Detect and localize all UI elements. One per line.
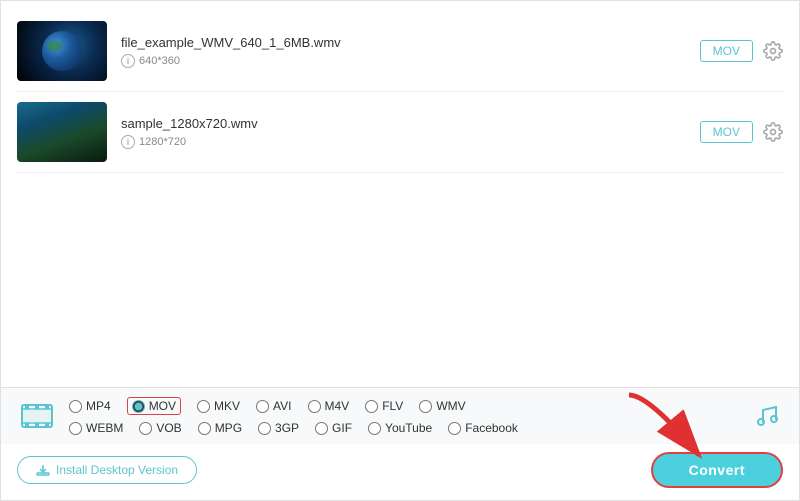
format-bar: MP4 MOV MKV AVI [1, 387, 799, 444]
format-mkv[interactable]: MKV [197, 399, 240, 413]
film-icon [17, 396, 57, 436]
info-icon-1: i [121, 54, 135, 68]
file-list: file_example_WMV_640_1_6MB.wmv i 640*360… [1, 1, 799, 387]
file-resolution-2: 1280*720 [139, 136, 186, 148]
format-avi[interactable]: AVI [256, 399, 291, 413]
convert-button[interactable]: Convert [651, 452, 783, 488]
format-flv[interactable]: FLV [365, 399, 403, 413]
file-resolution-1: 640*360 [139, 55, 180, 67]
info-icon-2: i [121, 135, 135, 149]
format-badge-2[interactable]: MOV [700, 121, 753, 143]
format-gif[interactable]: GIF [315, 421, 352, 435]
format-vob[interactable]: VOB [139, 421, 181, 435]
format-row-1: MP4 MOV MKV AVI [69, 397, 743, 415]
file-actions-2: MOV [700, 121, 783, 143]
format-options: MP4 MOV MKV AVI [69, 397, 743, 435]
format-facebook[interactable]: Facebook [448, 421, 518, 435]
file-thumb-1 [17, 21, 107, 81]
format-wmv[interactable]: WMV [419, 399, 465, 413]
file-actions-1: MOV [700, 40, 783, 62]
settings-icon-2[interactable] [763, 122, 783, 142]
settings-icon-1[interactable] [763, 41, 783, 61]
file-info-1: file_example_WMV_640_1_6MB.wmv i 640*360 [121, 35, 700, 68]
file-meta-2: i 1280*720 [121, 135, 700, 149]
format-mov[interactable]: MOV [127, 397, 181, 415]
file-info-2: sample_1280x720.wmv i 1280*720 [121, 116, 700, 149]
file-name-1: file_example_WMV_640_1_6MB.wmv [121, 35, 700, 50]
install-label: Install Desktop Version [56, 463, 178, 477]
file-name-2: sample_1280x720.wmv [121, 116, 700, 131]
file-item-1: file_example_WMV_640_1_6MB.wmv i 640*360… [17, 11, 783, 92]
earth-thumbnail [42, 31, 82, 71]
footer-bar: Install Desktop Version Convert [1, 444, 799, 500]
file-thumb-2 [17, 102, 107, 162]
bottom-section: MP4 MOV MKV AVI [1, 387, 799, 500]
format-badge-1[interactable]: MOV [700, 40, 753, 62]
format-mpg[interactable]: MPG [198, 421, 242, 435]
file-item-2: sample_1280x720.wmv i 1280*720 MOV [17, 92, 783, 173]
format-3gp[interactable]: 3GP [258, 421, 299, 435]
format-youtube[interactable]: YouTube [368, 421, 432, 435]
file-meta-1: i 640*360 [121, 54, 700, 68]
install-desktop-button[interactable]: Install Desktop Version [17, 456, 197, 484]
format-row-2: WEBM VOB MPG 3GP [69, 421, 743, 435]
music-icon [751, 400, 783, 432]
format-mp4[interactable]: MP4 [69, 399, 111, 413]
format-webm[interactable]: WEBM [69, 421, 123, 435]
format-m4v[interactable]: M4V [308, 399, 350, 413]
